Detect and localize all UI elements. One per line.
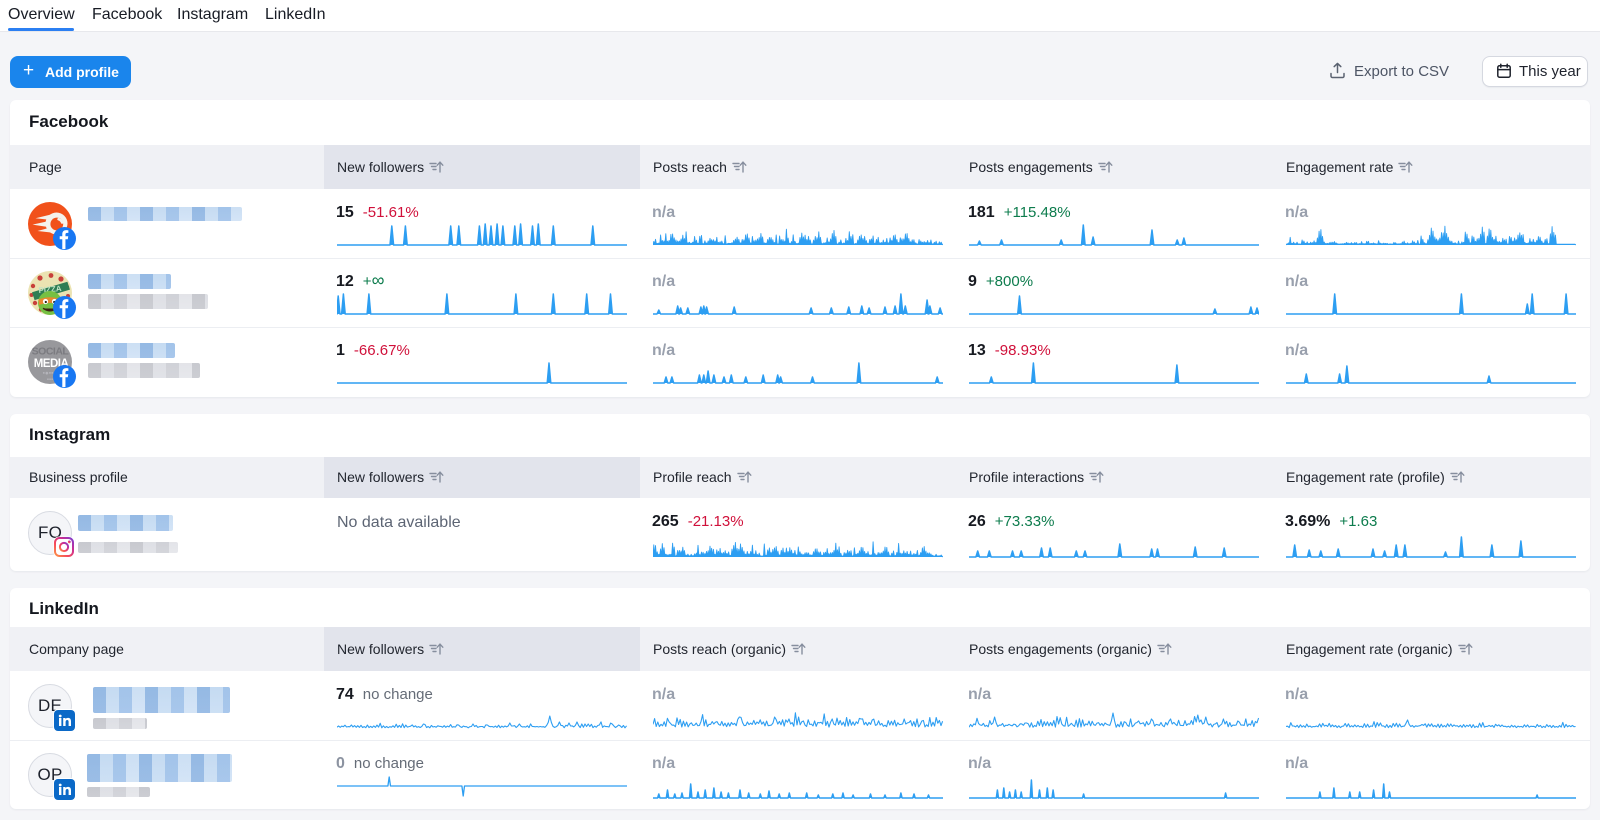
svg-text:SOCIAL: SOCIAL <box>32 346 70 358</box>
svg-text:▪●▪▪: ▪●▪▪ <box>43 370 54 377</box>
